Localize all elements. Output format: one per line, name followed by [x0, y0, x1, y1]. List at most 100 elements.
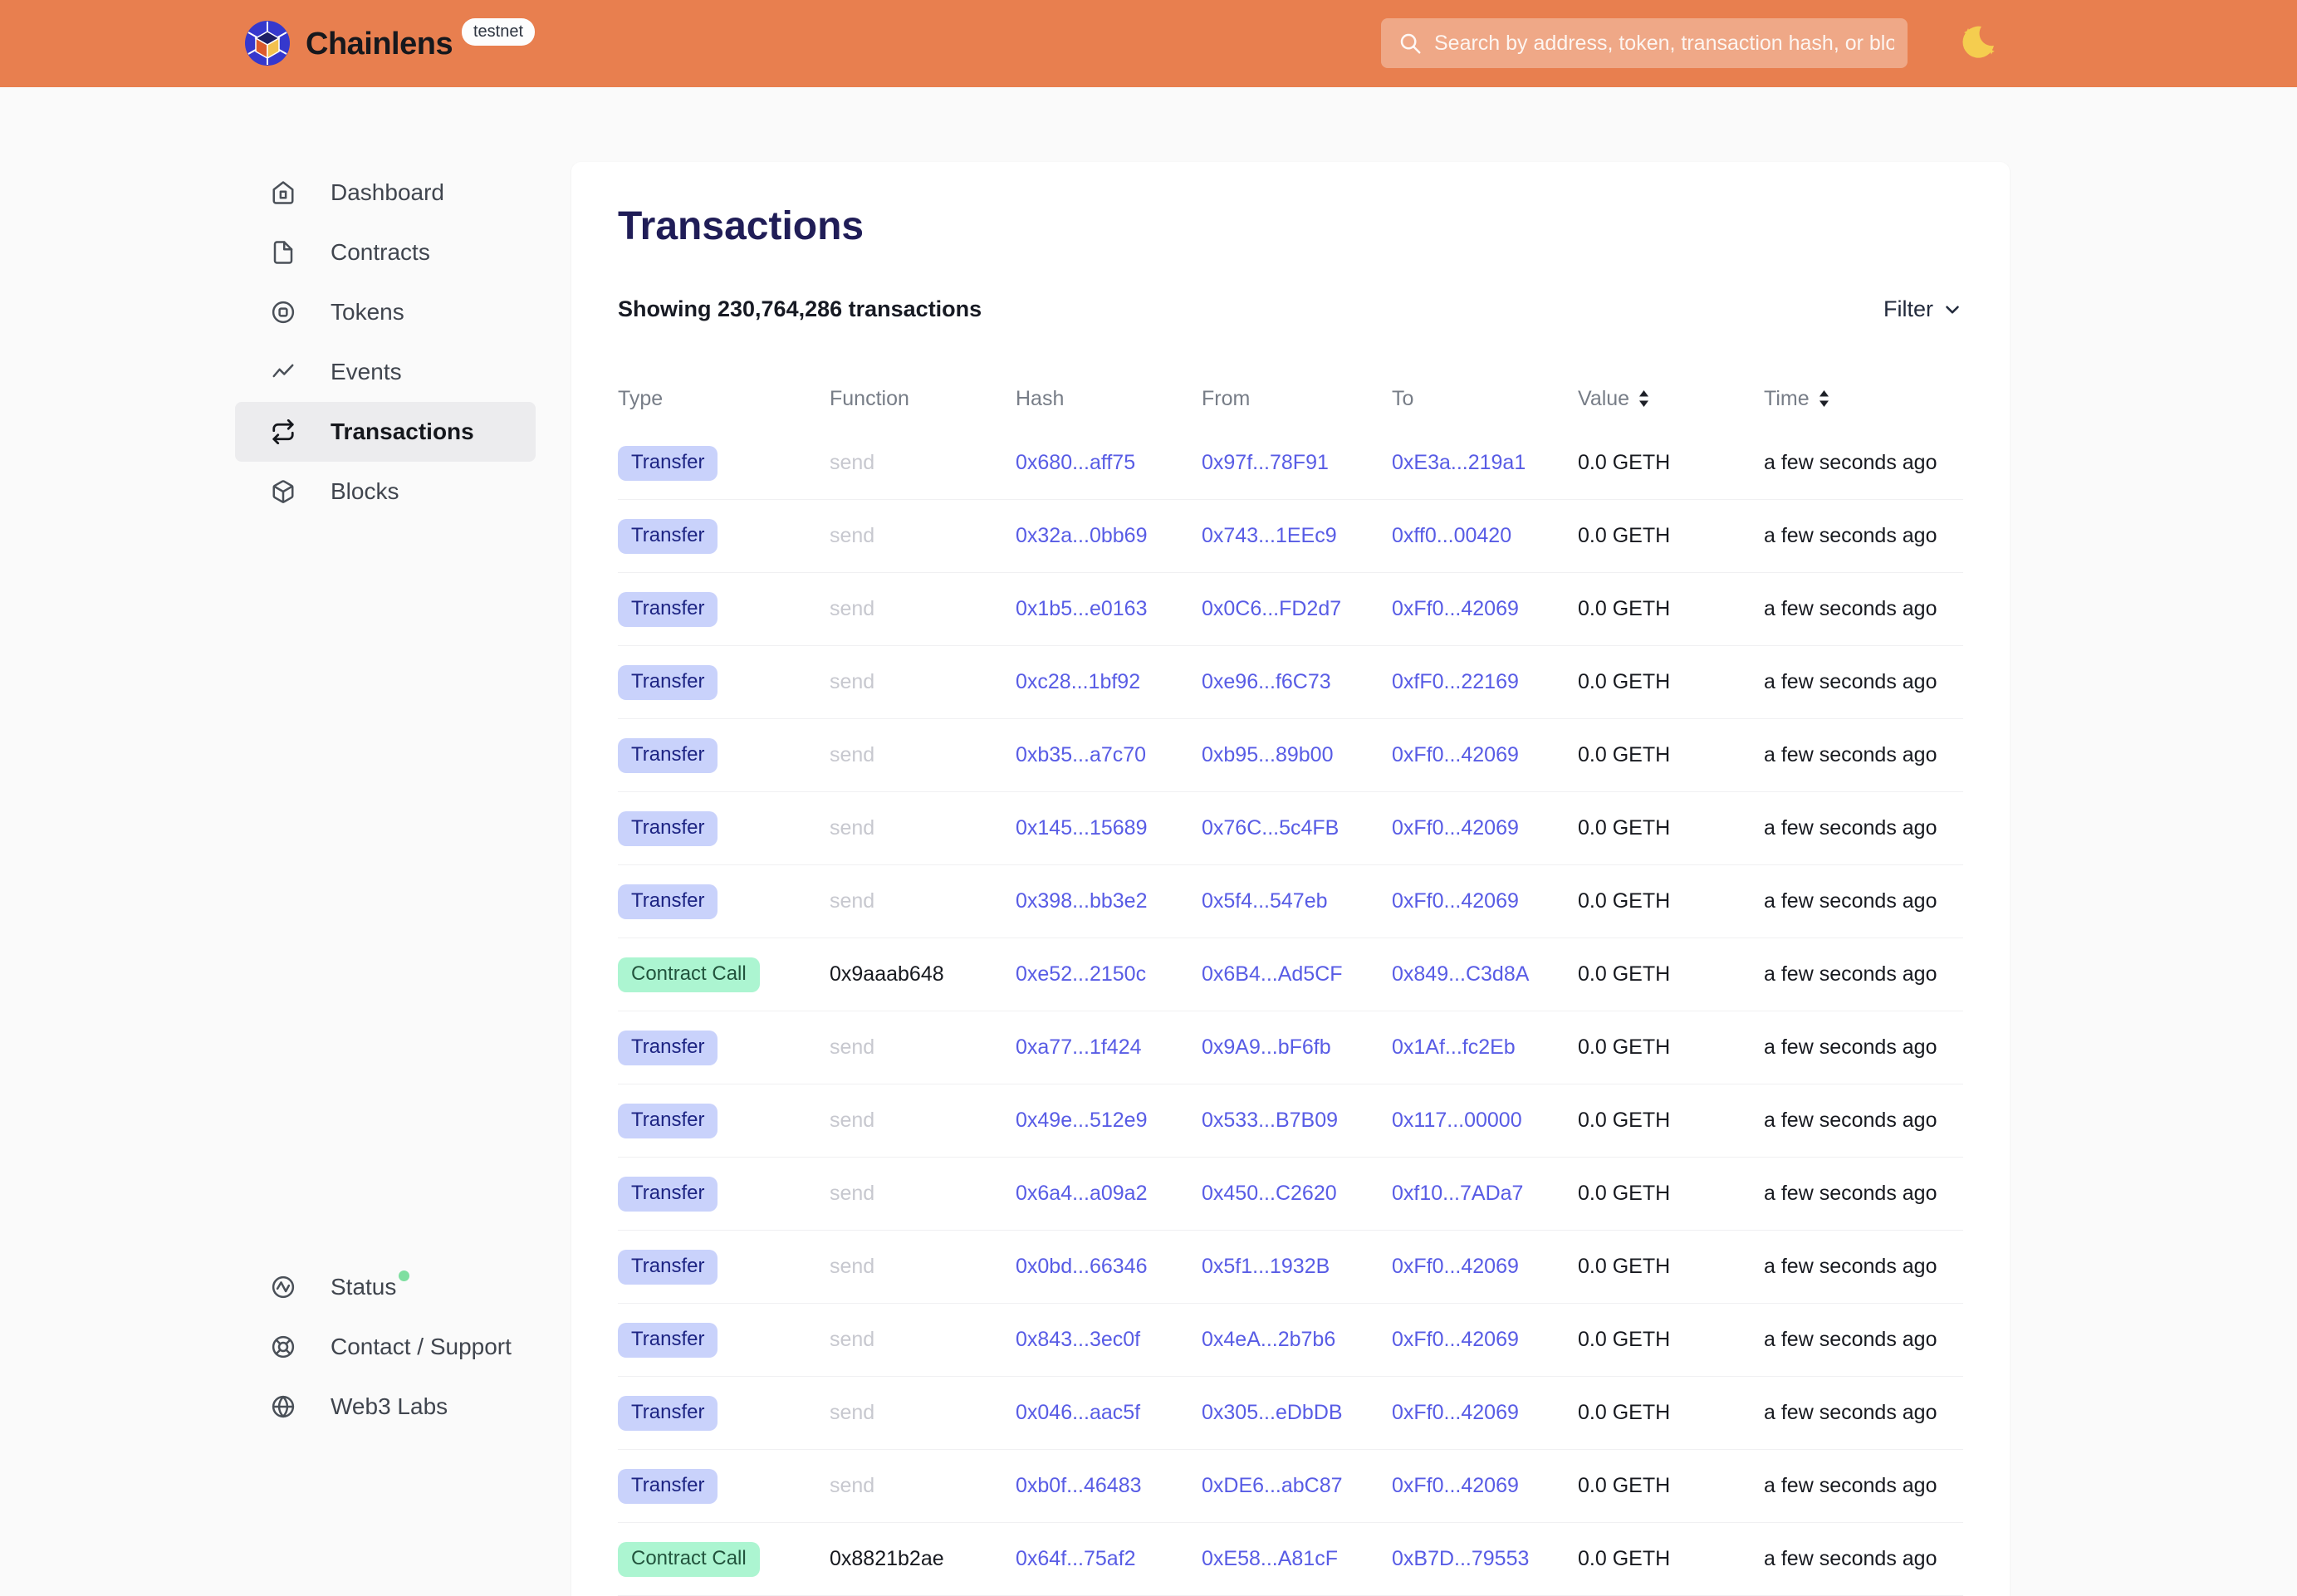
- to-link[interactable]: 0x849...C3d8A: [1392, 962, 1529, 986]
- type-badge: Transfer: [618, 738, 718, 773]
- column-header-type: Type: [618, 387, 830, 411]
- to-link[interactable]: 0xB7D...79553: [1392, 1547, 1529, 1570]
- brand-name[interactable]: Chainlens: [306, 23, 453, 65]
- from-link[interactable]: 0x450...C2620: [1202, 1182, 1337, 1205]
- function-cell: send: [830, 1328, 1016, 1352]
- search-input[interactable]: [1423, 18, 1908, 68]
- value-cell: 0.0 GETH: [1578, 1474, 1764, 1498]
- hash-link[interactable]: 0xe52...2150c: [1016, 962, 1146, 986]
- type-badge: Contract Call: [618, 957, 760, 992]
- sidebar-item-web3-labs[interactable]: Web3 Labs: [235, 1377, 536, 1437]
- hash-link[interactable]: 0xa77...1f424: [1016, 1035, 1142, 1059]
- column-header-hash: Hash: [1016, 387, 1202, 411]
- sidebar-item-contracts[interactable]: Contracts: [235, 223, 536, 282]
- table-row: Contract Call 0x9aaab648 0xe52...2150c 0…: [618, 938, 1963, 1011]
- function-cell: 0x8821b2ae: [830, 1547, 1016, 1571]
- hash-link[interactable]: 0x0bd...66346: [1016, 1255, 1147, 1278]
- to-link[interactable]: 0xFf0...42069: [1392, 597, 1519, 620]
- column-header-value[interactable]: Value: [1578, 387, 1764, 411]
- hash-link[interactable]: 0xb35...a7c70: [1016, 743, 1146, 766]
- hash-link[interactable]: 0xc28...1bf92: [1016, 670, 1140, 693]
- sidebar-item-label: Web3 Labs: [331, 1393, 448, 1420]
- top-bar: Chainlens testnet: [0, 0, 2297, 87]
- hash-link[interactable]: 0x6a4...a09a2: [1016, 1182, 1147, 1205]
- to-link[interactable]: 0x1Af...fc2Eb: [1392, 1035, 1516, 1059]
- sidebar-item-tokens[interactable]: Tokens: [235, 282, 536, 342]
- hash-link[interactable]: 0x64f...75af2: [1016, 1547, 1136, 1570]
- type-badge: Transfer: [618, 592, 718, 627]
- token-icon: [271, 300, 296, 325]
- filter-label: Filter: [1883, 296, 1933, 322]
- from-link[interactable]: 0xb95...89b00: [1202, 743, 1333, 766]
- hash-link[interactable]: 0x398...bb3e2: [1016, 889, 1147, 913]
- from-link[interactable]: 0x0C6...FD2d7: [1202, 597, 1341, 620]
- hash-link[interactable]: 0x32a...0bb69: [1016, 524, 1147, 547]
- sidebar-item-blocks[interactable]: Blocks: [235, 462, 536, 521]
- hash-link[interactable]: 0x145...15689: [1016, 816, 1147, 840]
- table-row: Transfer send 0x398...bb3e2 0x5f4...547e…: [618, 865, 1963, 938]
- chainlens-logo-icon[interactable]: [245, 21, 290, 66]
- from-link[interactable]: 0x5f4...547eb: [1202, 889, 1328, 913]
- home-icon: [271, 180, 296, 205]
- table-row: Transfer send 0x6a4...a09a2 0x450...C262…: [618, 1158, 1963, 1231]
- table-row: Transfer send 0xb0f...46483 0xDE6...abC8…: [618, 1450, 1963, 1523]
- from-link[interactable]: 0x76C...5c4FB: [1202, 816, 1339, 840]
- from-link[interactable]: 0x97f...78F91: [1202, 451, 1329, 474]
- from-link[interactable]: 0x5f1...1932B: [1202, 1255, 1330, 1278]
- to-link[interactable]: 0xf10...7ADa7: [1392, 1182, 1523, 1205]
- from-link[interactable]: 0x9A9...bF6fb: [1202, 1035, 1331, 1059]
- type-badge: Transfer: [618, 519, 718, 554]
- sidebar-item-contact-support[interactable]: Contact / Support: [235, 1317, 536, 1377]
- from-link[interactable]: 0xDE6...abC87: [1202, 1474, 1343, 1497]
- hash-link[interactable]: 0xb0f...46483: [1016, 1474, 1142, 1497]
- from-link[interactable]: 0xe96...f6C73: [1202, 670, 1331, 693]
- column-header-time[interactable]: Time: [1764, 387, 1963, 411]
- function-cell: send: [830, 1474, 1016, 1498]
- to-link[interactable]: 0xFf0...42069: [1392, 1328, 1519, 1351]
- to-link[interactable]: 0xfF0...22169: [1392, 670, 1519, 693]
- sidebar-item-dashboard[interactable]: Dashboard: [235, 163, 536, 223]
- globe-icon: [271, 1394, 296, 1419]
- sidebar-item-label: Events: [331, 359, 402, 385]
- sidebar-item-events[interactable]: Events: [235, 342, 536, 402]
- table-row: Transfer send 0xa77...1f424 0x9A9...bF6f…: [618, 1011, 1963, 1084]
- from-link[interactable]: 0x305...eDbDB: [1202, 1401, 1343, 1424]
- search-box: [1381, 18, 1908, 68]
- to-link[interactable]: 0xFf0...42069: [1392, 816, 1519, 840]
- to-link[interactable]: 0xff0...00420: [1392, 524, 1511, 547]
- hash-link[interactable]: 0x046...aac5f: [1016, 1401, 1140, 1424]
- to-link[interactable]: 0xFf0...42069: [1392, 743, 1519, 766]
- from-link[interactable]: 0xE58...A81cF: [1202, 1547, 1338, 1570]
- to-link[interactable]: 0xFf0...42069: [1392, 1474, 1519, 1497]
- to-link[interactable]: 0xFf0...42069: [1392, 1401, 1519, 1424]
- from-link[interactable]: 0x533...B7B09: [1202, 1109, 1338, 1132]
- from-link[interactable]: 0x4eA...2b7b6: [1202, 1328, 1335, 1351]
- table-row: Transfer send 0x046...aac5f 0x305...eDbD…: [618, 1377, 1963, 1450]
- transactions-table-body: Transfer send 0x680...aff75 0x97f...78F9…: [618, 427, 1963, 1596]
- to-link[interactable]: 0xFf0...42069: [1392, 1255, 1519, 1278]
- hash-link[interactable]: 0x49e...512e9: [1016, 1109, 1147, 1132]
- hash-link[interactable]: 0x1b5...e0163: [1016, 597, 1147, 620]
- function-cell: send: [830, 1035, 1016, 1060]
- table-row: Transfer send 0x0bd...66346 0x5f1...1932…: [618, 1231, 1963, 1304]
- function-cell: send: [830, 816, 1016, 840]
- hash-link[interactable]: 0x680...aff75: [1016, 451, 1135, 474]
- to-link[interactable]: 0xFf0...42069: [1392, 889, 1519, 913]
- table-row: Transfer send 0x843...3ec0f 0x4eA...2b7b…: [618, 1304, 1963, 1377]
- sidebar-item-label: Contact / Support: [331, 1334, 512, 1360]
- chevron-down-icon: [1942, 299, 1963, 321]
- dark-mode-toggle[interactable]: [1957, 22, 2000, 65]
- from-link[interactable]: 0x6B4...Ad5CF: [1202, 962, 1343, 986]
- sidebar-item-transactions[interactable]: Transactions: [235, 402, 536, 462]
- table-row: Transfer send 0x32a...0bb69 0x743...1EEc…: [618, 500, 1963, 573]
- from-link[interactable]: 0x743...1EEc9: [1202, 524, 1337, 547]
- time-cell: a few seconds ago: [1764, 597, 1963, 621]
- filter-button[interactable]: Filter: [1883, 296, 1963, 322]
- to-link[interactable]: 0x117...00000: [1392, 1109, 1522, 1132]
- sidebar-item-status[interactable]: Status: [235, 1257, 536, 1317]
- hash-link[interactable]: 0x843...3ec0f: [1016, 1328, 1140, 1351]
- time-cell: a few seconds ago: [1764, 1328, 1963, 1352]
- to-link[interactable]: 0xE3a...219a1: [1392, 451, 1526, 474]
- sidebar-item-label: Status: [331, 1274, 396, 1300]
- function-cell: send: [830, 889, 1016, 913]
